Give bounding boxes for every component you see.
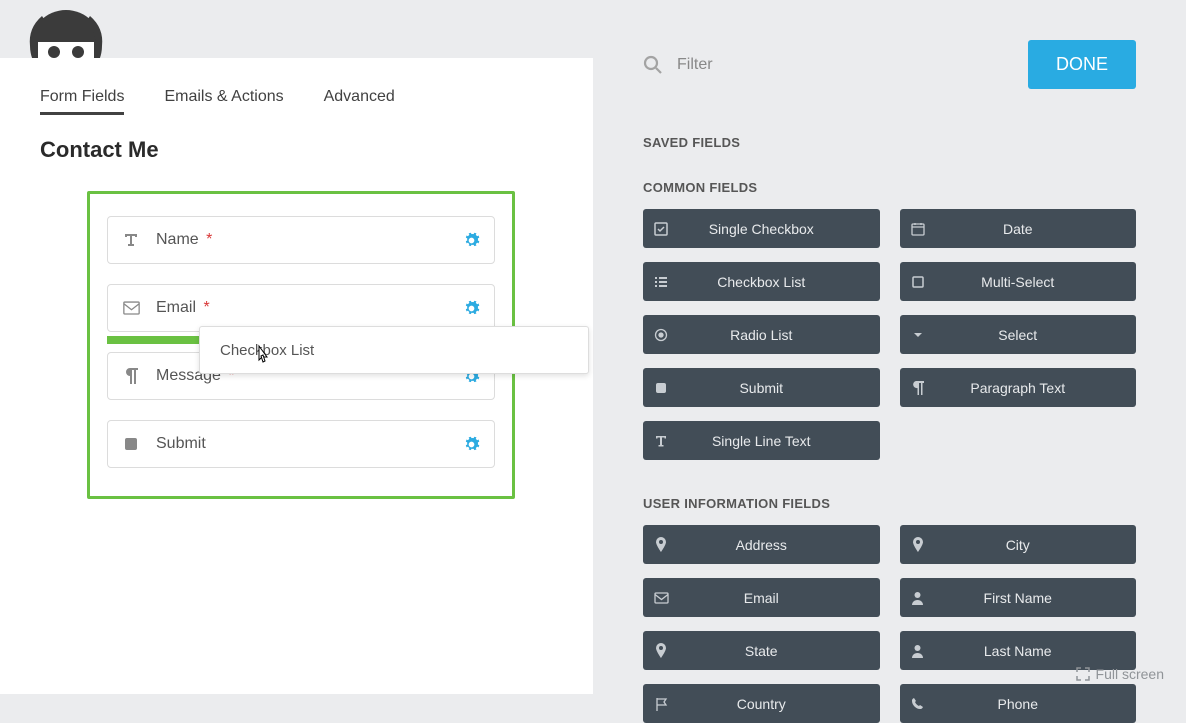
filter-input[interactable] — [677, 56, 877, 74]
common-fields-heading: COMMON FIELDS — [643, 180, 1136, 195]
tile-label: Checkbox List — [679, 274, 880, 290]
calendar-icon — [900, 222, 936, 236]
field-tile-checkbox-list[interactable]: Checkbox List — [643, 262, 880, 301]
user-fields-heading: USER INFORMATION FIELDS — [643, 496, 1136, 511]
field-tile-multi-select[interactable]: Multi-Select — [900, 262, 1137, 301]
done-button[interactable]: DONE — [1028, 40, 1136, 89]
map-marker-icon — [643, 643, 679, 659]
tile-label: Multi-Select — [936, 274, 1137, 290]
tab-advanced[interactable]: Advanced — [324, 88, 395, 115]
check-square-icon — [643, 222, 679, 236]
tile-label: Address — [679, 537, 880, 553]
tile-label: Single Line Text — [679, 433, 880, 449]
tile-label: Radio List — [679, 327, 880, 343]
field-submit-row[interactable]: Submit — [107, 420, 495, 468]
tile-label: Phone — [936, 696, 1137, 712]
chevron-down-icon — [900, 328, 936, 342]
square-icon — [643, 382, 679, 394]
dot-circle-icon — [643, 328, 679, 342]
gear-icon[interactable] — [463, 300, 480, 317]
tile-label: Select — [936, 327, 1137, 343]
field-label: Name * — [156, 231, 463, 249]
fullscreen-label: Full screen — [1096, 666, 1164, 682]
filter-wrap — [643, 55, 1028, 75]
form-title[interactable]: Contact Me — [40, 137, 553, 163]
tile-label: Country — [679, 696, 880, 712]
field-name-row[interactable]: Name * — [107, 216, 495, 264]
builder-tabs: Form Fields Emails & Actions Advanced — [40, 88, 553, 115]
gear-icon[interactable] — [463, 232, 480, 249]
user-icon — [900, 644, 936, 658]
ninja-forms-logo — [22, 6, 110, 58]
tile-label: State — [679, 643, 880, 659]
map-marker-icon — [643, 537, 679, 553]
field-tile-single-checkbox[interactable]: Single Checkbox — [643, 209, 880, 248]
field-tile-submit[interactable]: Submit — [643, 368, 880, 407]
saved-fields-heading: SAVED FIELDS — [643, 135, 1136, 150]
tile-label: City — [936, 537, 1137, 553]
map-marker-icon — [900, 537, 936, 553]
user-icon — [900, 591, 936, 605]
envelope-icon — [643, 592, 679, 604]
field-tile-radio-list[interactable]: Radio List — [643, 315, 880, 354]
tile-label: First Name — [936, 590, 1137, 606]
phone-icon — [900, 697, 936, 710]
form-builder-panel: Form Fields Emails & Actions Advanced Co… — [0, 58, 593, 694]
drop-indicator — [107, 336, 211, 344]
drag-label: Checkbox List — [220, 342, 314, 359]
tile-label: Last Name — [936, 643, 1137, 659]
paragraph-icon — [900, 381, 936, 395]
square-open-icon — [900, 276, 936, 288]
tab-emails-actions[interactable]: Emails & Actions — [164, 88, 283, 115]
field-tile-city[interactable]: City — [900, 525, 1137, 564]
tile-label: Submit — [679, 380, 880, 396]
square-icon — [122, 435, 140, 453]
field-label: Email * — [156, 299, 463, 317]
field-tile-last-name[interactable]: Last Name — [900, 631, 1137, 670]
field-tile-date[interactable]: Date — [900, 209, 1137, 248]
field-label: Submit — [156, 435, 463, 453]
envelope-icon — [122, 299, 140, 317]
field-tile-email[interactable]: Email — [643, 578, 880, 617]
flag-icon — [643, 697, 679, 711]
field-tile-first-name[interactable]: First Name — [900, 578, 1137, 617]
fullscreen-toggle[interactable]: Full screen — [1076, 666, 1164, 682]
field-email-row[interactable]: Email * — [107, 284, 495, 332]
tile-label: Email — [679, 590, 880, 606]
search-icon — [643, 55, 663, 75]
text-icon — [122, 231, 140, 249]
field-tile-single-line-text[interactable]: Single Line Text — [643, 421, 880, 460]
field-tile-state[interactable]: State — [643, 631, 880, 670]
field-tile-country[interactable]: Country — [643, 684, 880, 723]
gear-icon[interactable] — [463, 436, 480, 453]
paragraph-icon — [122, 367, 140, 385]
field-palette-panel: DONE SAVED FIELDS COMMON FIELDS Single C… — [593, 0, 1186, 694]
field-tile-select[interactable]: Select — [900, 315, 1137, 354]
tile-label: Single Checkbox — [679, 221, 880, 237]
drag-preview-checkbox-list: Checkbox List — [199, 326, 589, 374]
tile-label: Paragraph Text — [936, 380, 1137, 396]
tile-label: Date — [936, 221, 1137, 237]
text-icon — [643, 434, 679, 448]
field-tile-address[interactable]: Address — [643, 525, 880, 564]
list-icon — [643, 275, 679, 289]
tab-form-fields[interactable]: Form Fields — [40, 88, 124, 115]
field-tile-paragraph-text[interactable]: Paragraph Text — [900, 368, 1137, 407]
field-tile-phone[interactable]: Phone — [900, 684, 1137, 723]
